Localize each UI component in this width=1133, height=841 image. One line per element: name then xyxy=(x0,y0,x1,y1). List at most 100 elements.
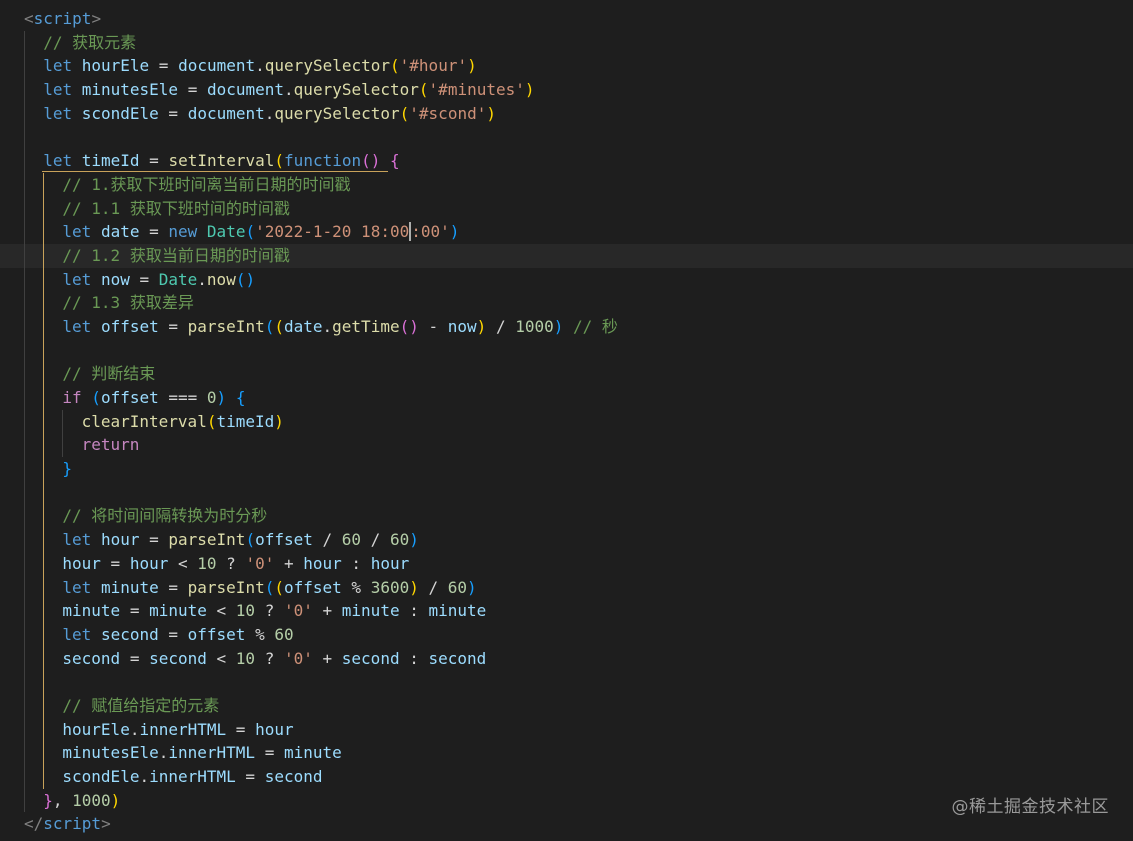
code-token: offset xyxy=(100,388,159,407)
code-line[interactable]: let minute = parseInt((offset % 3600) / … xyxy=(0,575,1133,600)
code-line[interactable]: // 获取元素 xyxy=(0,30,1133,55)
code-token: second xyxy=(62,648,121,668)
code-token: // 判断结束 xyxy=(62,364,156,384)
code-line[interactable]: scondEle.innerHTML = second xyxy=(0,765,1133,789)
code-token: minute xyxy=(341,601,400,621)
code-token: let xyxy=(43,56,73,76)
code-token: second xyxy=(149,648,207,668)
code-line[interactable]: <script> xyxy=(0,7,1133,31)
code-line[interactable]: let hour = parseInt(offset / 60 / 60) xyxy=(0,528,1133,552)
code-line[interactable] xyxy=(0,125,1133,150)
code-token: let xyxy=(62,624,92,644)
code-token: second xyxy=(428,648,487,668)
indent-guide xyxy=(43,172,45,197)
code-token: = xyxy=(139,222,169,242)
code-token: // 将时间间隔转换为时分秒 xyxy=(62,506,268,526)
code-text: let minutesEle = document.querySelector(… xyxy=(43,78,534,102)
indent-guide xyxy=(24,670,25,694)
indent-guide xyxy=(43,267,45,292)
code-token: = xyxy=(158,316,188,336)
code-token: hour xyxy=(129,553,169,573)
code-line[interactable] xyxy=(0,338,1133,363)
indent-guide xyxy=(43,504,45,529)
code-token: 0 xyxy=(206,388,217,407)
code-line[interactable]: minutesEle.innerHTML = minute xyxy=(0,741,1133,765)
indent-guide xyxy=(24,646,25,671)
code-line[interactable]: return xyxy=(0,433,1133,458)
code-line[interactable]: // 1.2 获取当前日期的时间戳 xyxy=(0,243,1133,268)
code-token: minute xyxy=(149,601,207,621)
code-line[interactable]: } xyxy=(0,457,1133,481)
code-line[interactable]: // 赋值给指定的元素 xyxy=(0,693,1133,718)
code-token: // 秒 xyxy=(573,316,618,336)
indent-guide xyxy=(43,409,45,434)
code-token: ( xyxy=(274,316,284,336)
code-line[interactable]: hourEle.innerHTML = hour xyxy=(0,717,1133,742)
code-text: let date = new Date('2022-1-20 18:00:00'… xyxy=(62,220,459,244)
code-token: < xyxy=(24,9,34,28)
code-lines[interactable]: <script>// 获取元素 let hourEle = document.qu… xyxy=(0,7,1133,836)
code-editor[interactable]: <script>// 获取元素 let hourEle = document.qu… xyxy=(0,0,1133,841)
code-text: }, 1000) xyxy=(43,789,120,813)
code-line[interactable]: clearInterval(timeId) xyxy=(0,409,1133,434)
indent-guide xyxy=(43,599,45,623)
code-token: minute xyxy=(100,577,159,597)
code-token: '2022-1-20 18:00 xyxy=(255,222,410,242)
code-token: innerHTML xyxy=(149,767,236,786)
code-token: let xyxy=(62,269,92,289)
code-token: 60 xyxy=(341,530,362,550)
code-token: () xyxy=(361,151,381,171)
indent-guide xyxy=(24,125,25,150)
indent-guide xyxy=(43,646,45,671)
code-line[interactable]: let minutesEle = document.querySelector(… xyxy=(0,78,1133,102)
code-token: ( xyxy=(399,103,410,123)
indent-guide xyxy=(24,457,25,481)
code-token: offset xyxy=(255,530,313,550)
code-line[interactable] xyxy=(0,670,1133,694)
indent-guide xyxy=(24,101,25,126)
code-line[interactable]: // 1.1 获取下班时间的时间戳 xyxy=(0,196,1133,221)
code-text: let hourEle = document.querySelector('#h… xyxy=(43,54,477,78)
code-token: = xyxy=(139,151,169,171)
code-token: = xyxy=(158,103,188,123)
code-line[interactable]: // 将时间间隔转换为时分秒 xyxy=(0,504,1133,529)
code-token: ) xyxy=(467,577,477,597)
code-token: parseInt xyxy=(187,316,265,336)
code-token: hourEle xyxy=(62,719,130,739)
code-line[interactable]: second = second < 10 ? '0' + second : se… xyxy=(0,646,1133,671)
code-line[interactable]: // 1.获取下班时间离当前日期的时间戳 xyxy=(0,172,1133,197)
code-line[interactable]: let date = new Date('2022-1-20 18:00:00'… xyxy=(0,220,1133,244)
code-token: % xyxy=(245,624,275,644)
code-line[interactable]: let timeId = setInterval(function() { xyxy=(0,149,1133,173)
code-line[interactable]: hour = hour < 10 ? '0' + hour : hour xyxy=(0,551,1133,576)
code-token: = xyxy=(129,269,159,289)
code-token: ( xyxy=(245,530,256,550)
code-line[interactable]: let offset = parseInt((date.getTime() - … xyxy=(0,314,1133,339)
code-line[interactable]: // 判断结束 xyxy=(0,362,1133,386)
code-token: : xyxy=(399,648,429,668)
code-line[interactable]: let second = offset % 60 xyxy=(0,622,1133,647)
code-token: = xyxy=(100,553,130,573)
code-token: script xyxy=(43,814,102,834)
code-line[interactable]: if (offset === 0) { xyxy=(0,386,1133,410)
indent-guide xyxy=(43,551,45,576)
indent-guide xyxy=(43,765,45,789)
code-line[interactable]: let scondEle = document.querySelector('#… xyxy=(0,101,1133,126)
code-token: let xyxy=(62,577,92,597)
code-token: timeId xyxy=(216,411,275,431)
code-line[interactable]: // 1.3 获取差异 xyxy=(0,291,1133,315)
code-token: querySelector xyxy=(274,103,400,123)
code-token: offset xyxy=(100,316,159,336)
code-token: , xyxy=(52,790,73,810)
code-line[interactable]: minute = minute < 10 ? '0' + minute : mi… xyxy=(0,599,1133,623)
code-token: / xyxy=(486,316,516,336)
code-line[interactable] xyxy=(0,480,1133,505)
code-line[interactable]: let hourEle = document.querySelector('#h… xyxy=(0,54,1133,79)
code-line[interactable]: let now = Date.now() xyxy=(0,267,1133,292)
code-text: </script> xyxy=(24,812,111,836)
